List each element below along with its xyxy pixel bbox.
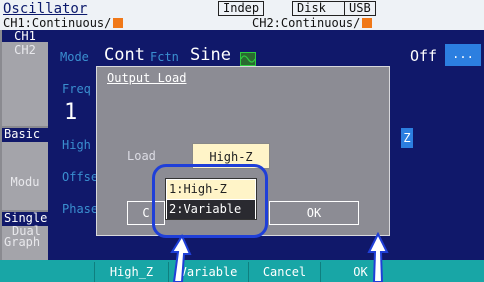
callout-arrows bbox=[170, 231, 389, 282]
arrow-to-dialog-ok bbox=[367, 231, 389, 282]
arrow-to-dropdown bbox=[170, 233, 192, 282]
oscillator-screen: Oscillator Indep Disk USB CH1:Continuous… bbox=[0, 0, 484, 282]
